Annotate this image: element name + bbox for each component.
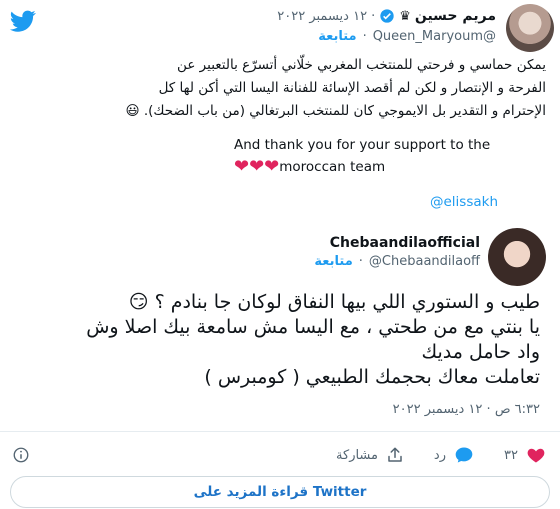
english-text-line: And thank you for your support to the [234, 137, 491, 153]
share-upload-icon[interactable] [386, 446, 404, 464]
verified-badge-icon [380, 9, 394, 23]
reply-action[interactable]: رد [434, 444, 474, 466]
heart-icon[interactable] [526, 445, 546, 465]
avatar[interactable] [488, 228, 546, 286]
display-name[interactable]: مريم حسين [415, 8, 496, 24]
tweet-timestamp[interactable]: ٦:٣٢ ص · ١٢ ديسمبر ٢٠٢٢ [393, 402, 540, 417]
reply-label: رد [433, 447, 446, 463]
quoted-tweet-text: يمكن حماسي و فرحتي للمنتخب المغربي خلّان… [18, 54, 546, 123]
english-text-line: moroccan team [279, 159, 386, 175]
handle[interactable]: @Queen_Maryoum [373, 29, 496, 44]
read-more-label: قراءة المزيد على Twitter [193, 484, 367, 500]
text-line: الإحترام و التقدير بل الايموجي كان للمنت… [125, 103, 546, 119]
avatar[interactable] [506, 4, 554, 52]
handle[interactable]: @Chebaandilaoff [369, 254, 480, 269]
text-line: يا بنتي مع من طحتي ، مع اليسا مش سامعة ب… [86, 316, 540, 338]
hearts-emoji-icon: ❤❤❤ [234, 156, 280, 177]
text-line: الفرحة و الإنتصار و لكن لم أقصد الإسائة … [158, 80, 546, 96]
display-name[interactable]: Chebaandilaofficial [330, 235, 480, 251]
follow-button[interactable]: متابعة [318, 29, 356, 44]
like-action[interactable]: ٣٢ [504, 444, 546, 466]
twitter-logo-icon[interactable] [8, 8, 38, 34]
follow-button[interactable]: متابعة [314, 254, 352, 269]
crown-icon: ♛ [399, 8, 411, 24]
share-label: مشاركة [336, 447, 378, 463]
tweet-date[interactable]: ١٢ ديسمبر ٢٠٢٢ [277, 9, 367, 24]
info-icon[interactable] [12, 446, 30, 464]
text-line: يمكن حماسي و فرحتي للمنتخب المغربي خلّان… [177, 57, 546, 73]
like-count: ٣٢ [504, 447, 518, 463]
text-line: طيب و الستوري اللي بيها النفاق لوكان جا … [128, 291, 540, 313]
text-line: تعاملت معاك بحجمك الطبيعي ( كومبرس ) [204, 366, 540, 388]
text-line: واد حامل مديك [421, 341, 540, 363]
reply-bubble-icon[interactable] [454, 445, 474, 465]
mention-link[interactable]: @elissakh [430, 194, 498, 210]
share-action[interactable]: مشاركة [336, 444, 404, 466]
divider [0, 431, 560, 432]
read-more-on-twitter-button[interactable]: قراءة المزيد على Twitter [10, 476, 550, 508]
tweet-text: طيب و الستوري اللي بيها النفاق لوكان جا … [20, 290, 540, 390]
